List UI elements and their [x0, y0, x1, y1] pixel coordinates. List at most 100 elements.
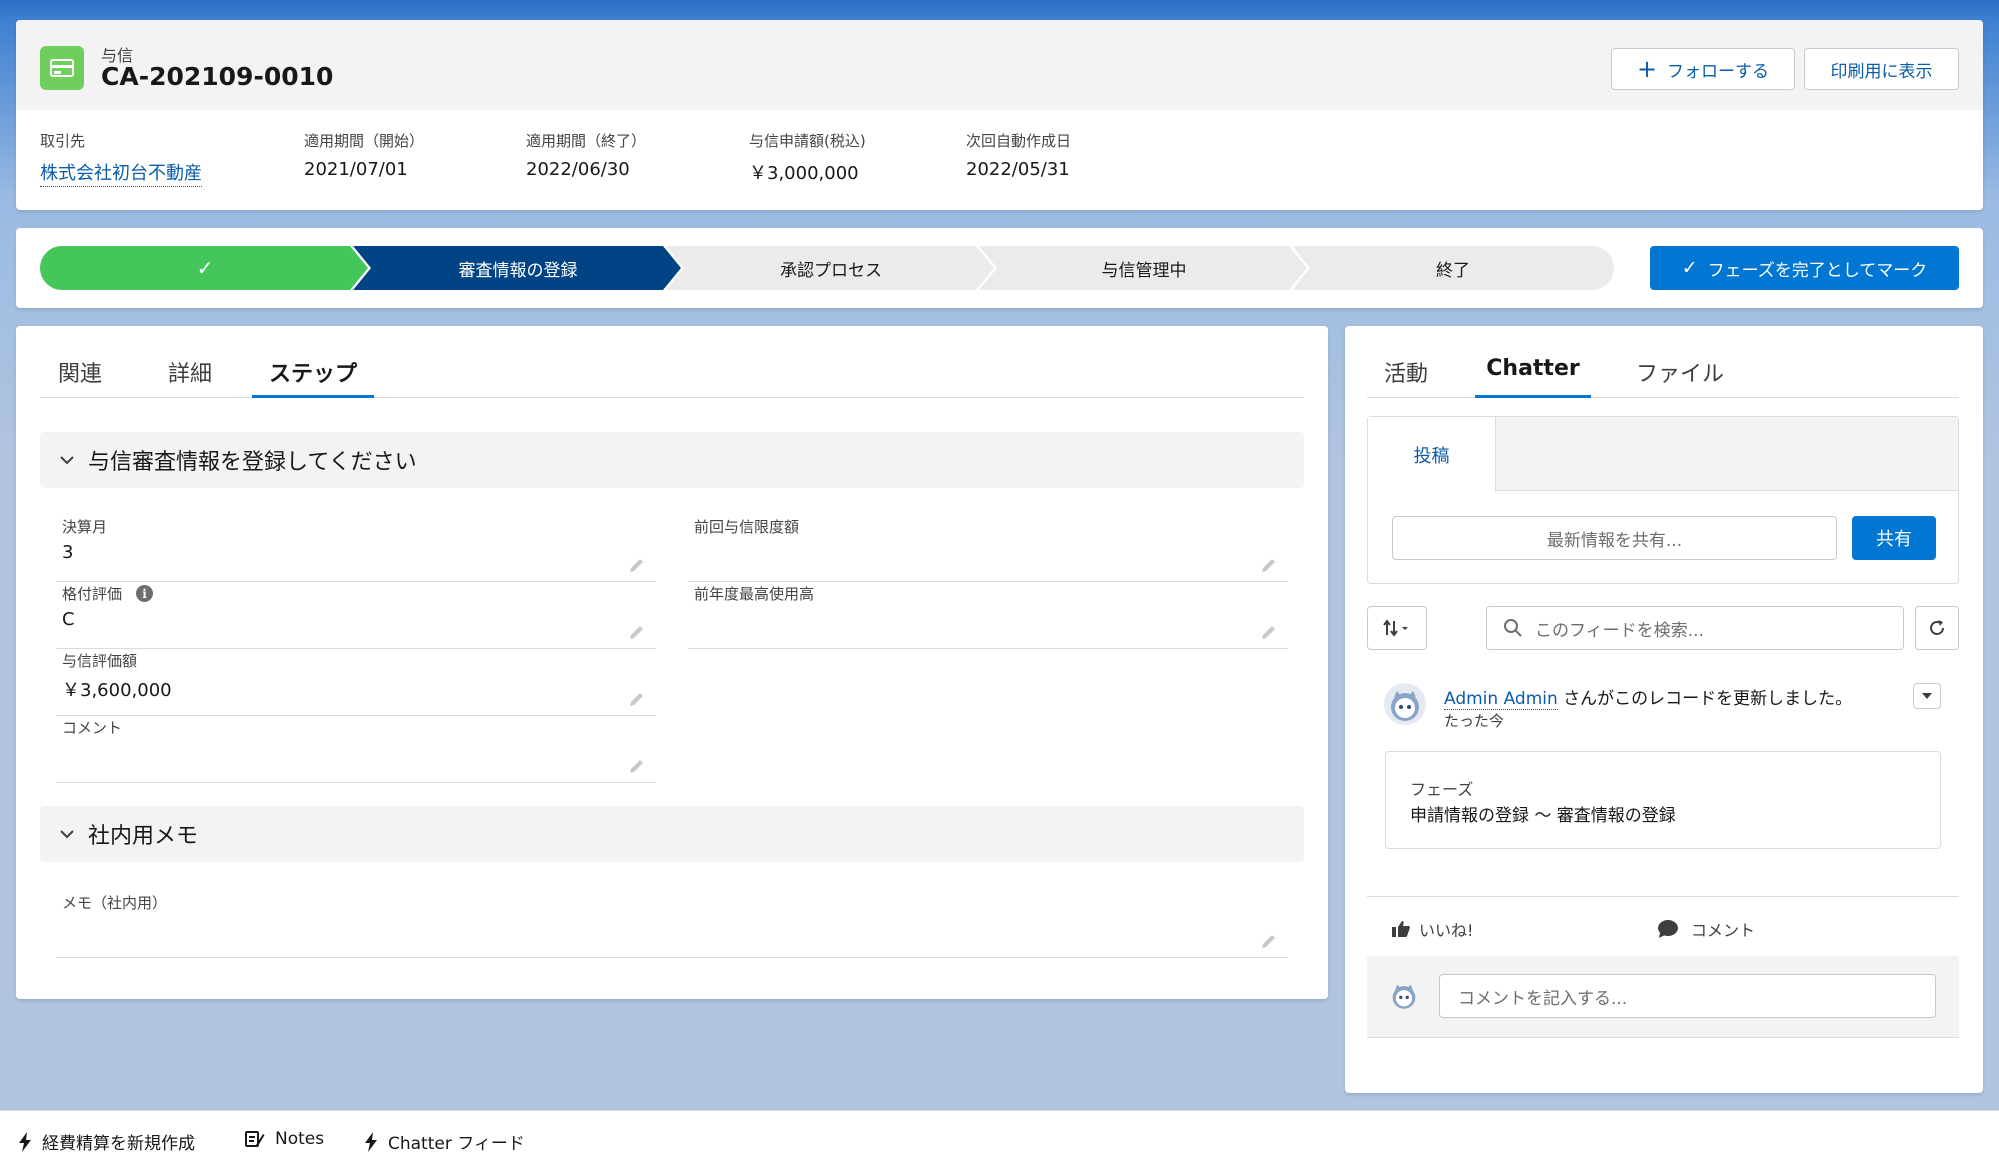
plus-icon: +	[1636, 55, 1658, 83]
pencil-icon[interactable]	[628, 623, 646, 641]
lightning-icon	[19, 1131, 31, 1152]
section-credit-review[interactable]: 与信審査情報を登録してください	[40, 432, 1304, 488]
comment-input[interactable]: コメントを記入する...	[1439, 974, 1936, 1018]
side-tabs: 活動 Chatter ファイル	[1367, 326, 1959, 398]
pencil-icon[interactable]	[1260, 932, 1278, 950]
like-button[interactable]: いいね!	[1391, 917, 1473, 941]
path-step-closed[interactable]: 終了	[1292, 246, 1614, 290]
highlight-requested-amount: 与信申請額(税込) ￥3,000,000	[749, 130, 866, 185]
sort-arrows-icon	[1383, 619, 1408, 637]
highlight-label: 取引先	[40, 132, 86, 150]
path-step-current[interactable]: 審査情報の登録	[353, 246, 683, 290]
field-label: 与信評価額	[62, 652, 138, 670]
tab-files[interactable]: ファイル	[1627, 326, 1733, 397]
change-field-value: 申請情報の登録 〜 審査情報の登録	[1410, 806, 1676, 826]
path-step-label: 終了	[1436, 260, 1470, 281]
tab-chatter[interactable]: Chatter	[1475, 326, 1591, 398]
highlight-account: 取引先 株式会社初台不動産	[40, 130, 202, 187]
refresh-icon	[1930, 620, 1944, 635]
follow-button[interactable]: + フォローする	[1611, 48, 1795, 90]
record-tabs: 関連 詳細 ステップ	[40, 326, 1304, 398]
highlight-next-date: 次回自動作成日 2022/05/31	[966, 130, 1071, 180]
path-step-label: 承認プロセス	[780, 260, 882, 281]
change-field-label: フェーズ	[1410, 780, 1474, 799]
highlight-label: 次回自動作成日	[966, 132, 1072, 150]
chevron-down-icon	[60, 456, 74, 465]
account-link[interactable]: 株式会社初台不動産	[40, 163, 202, 187]
pencil-icon[interactable]	[628, 556, 646, 574]
tab-steps[interactable]: ステップ	[252, 326, 374, 398]
feed-change-box: フェーズ 申請情報の登録 〜 審査情報の登録	[1385, 751, 1941, 849]
field-value: C	[62, 609, 75, 630]
publisher-tab-post[interactable]: 投稿	[1368, 417, 1496, 492]
path-step-managing[interactable]: 与信管理中	[979, 246, 1309, 290]
field-value: 3	[62, 542, 74, 563]
comment-icon	[1658, 920, 1678, 938]
section-internal-memo[interactable]: 社内用メモ	[40, 806, 1304, 862]
record-detail-panel: 関連 詳細 ステップ 与信審査情報を登録してください 決算月 3 格付評価 i C…	[16, 326, 1328, 999]
field-value: ￥3,600,000	[62, 680, 172, 701]
lightning-icon	[365, 1131, 377, 1152]
mark-phase-complete-button[interactable]: ✓ フェーズを完了としてマーク	[1650, 246, 1959, 290]
share-update-input[interactable]: 最新情報を共有...	[1392, 516, 1837, 560]
check-icon: ✓	[196, 256, 214, 280]
info-icon[interactable]: i	[136, 585, 154, 602]
feed-timestamp[interactable]: たった今	[1444, 710, 1504, 731]
field-rating: 格付評価 i C	[56, 583, 656, 649]
sort-button[interactable]	[1367, 606, 1427, 650]
check-icon: ✓	[1681, 257, 1698, 279]
field-label: 前回与信限度額	[694, 518, 800, 536]
path-step-approval[interactable]: 承認プロセス	[666, 246, 996, 290]
field-credit-valuation: 与信評価額 ￥3,600,000	[56, 650, 656, 716]
field-label: 格付評価 i	[62, 583, 154, 604]
feed-author-link[interactable]: Admin Admin	[1444, 689, 1558, 710]
feed-message: さんがこのレコードを更新しました。	[1563, 689, 1853, 709]
field-label: コメント	[62, 719, 123, 737]
share-button[interactable]: 共有	[1852, 516, 1936, 560]
field-label: 前年度最高使用高	[694, 585, 815, 603]
field-label: メモ（社内用）	[62, 894, 168, 912]
notes-icon	[245, 1131, 265, 1147]
pencil-icon[interactable]	[1260, 623, 1278, 641]
utility-new-expense[interactable]: 経費精算を新規作成	[18, 1129, 195, 1154]
tab-details[interactable]: 詳細	[150, 326, 230, 397]
search-icon	[1504, 619, 1522, 637]
print-view-button[interactable]: 印刷用に表示	[1804, 48, 1959, 90]
comment-composer: コメントを記入する...	[1367, 956, 1959, 1038]
tab-related[interactable]: 関連	[40, 326, 120, 397]
sales-path: ✓ 審査情報の登録 承認プロセス 与信管理中 終了 ✓ フェーズを完了としてマー…	[16, 228, 1983, 308]
utility-notes[interactable]: Notes	[245, 1129, 324, 1149]
feed-item-header: Admin Admin さんがこのレコードを更新しました。	[1444, 684, 1853, 710]
section-title: 与信審査情報を登録してください	[88, 450, 417, 475]
highlight-label: 与信申請額(税込)	[749, 132, 866, 150]
chevron-down-icon	[1922, 693, 1932, 699]
mark-label: フェーズを完了としてマーク	[1707, 260, 1928, 281]
avatar[interactable]	[1384, 683, 1426, 725]
highlight-value: 2022/05/31	[966, 159, 1070, 180]
comment-button[interactable]: コメント	[1657, 917, 1755, 941]
highlight-label: 適用期間（開始）	[304, 132, 425, 150]
highlight-value: 2021/07/01	[304, 159, 408, 180]
pencil-icon[interactable]	[1260, 556, 1278, 574]
chevron-down-icon	[60, 830, 74, 839]
highlight-value: 2022/06/30	[526, 159, 630, 180]
path-step-label: 審査情報の登録	[458, 260, 578, 281]
highlight-label: 適用期間（終了）	[526, 132, 647, 150]
field-label: 決算月	[62, 518, 108, 536]
feed-actions: いいね! コメント	[1367, 896, 1959, 956]
tab-activity[interactable]: 活動	[1367, 326, 1445, 397]
thumbs-up-icon	[1392, 921, 1410, 937]
avatar	[1387, 978, 1421, 1012]
feed-item-menu-button[interactable]	[1913, 683, 1941, 709]
pencil-icon[interactable]	[628, 757, 646, 775]
path-step-complete[interactable]: ✓	[40, 246, 370, 290]
highlight-end-date: 適用期間（終了） 2022/06/30	[526, 130, 646, 180]
field-previous-limit: 前回与信限度額	[688, 516, 1288, 582]
feed-search-input[interactable]: このフィードを検索...	[1486, 606, 1904, 650]
pencil-icon[interactable]	[628, 690, 646, 708]
field-last-year-max-usage: 前年度最高使用高	[688, 583, 1288, 649]
section-title: 社内用メモ	[88, 824, 199, 849]
chatter-publisher: 投稿 最新情報を共有... 共有	[1367, 416, 1959, 584]
utility-chatter-feed[interactable]: Chatter フィード	[364, 1129, 525, 1154]
refresh-button[interactable]	[1915, 606, 1959, 650]
